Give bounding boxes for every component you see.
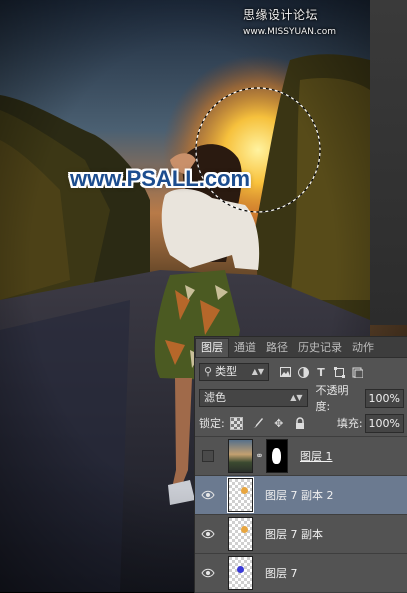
tab-channels[interactable]: 通道 bbox=[229, 339, 261, 357]
layer-name: 图层 7 副本 bbox=[265, 528, 323, 541]
lock-label: 锁定: bbox=[199, 417, 225, 430]
document-scroll-area[interactable] bbox=[370, 0, 407, 325]
site-logo-text: www.PSALL.com bbox=[70, 166, 251, 191]
lock-all-icon[interactable] bbox=[293, 416, 307, 430]
layer-row-selected[interactable]: 图层 7 副本 2 bbox=[195, 476, 407, 515]
fill-label: 填充: bbox=[336, 417, 363, 430]
blend-opacity-row: 滤色 ▲▼ 不透明度: 100% bbox=[195, 384, 407, 413]
thumbnail-dot bbox=[241, 487, 248, 494]
image-filter-icon[interactable] bbox=[279, 366, 291, 378]
thumbnail-dot bbox=[237, 566, 244, 573]
filter-kind-label: 类型 bbox=[215, 365, 238, 378]
thumbnail-dot bbox=[241, 526, 248, 533]
layer-thumbnail bbox=[228, 439, 253, 473]
blend-mode-value: 滤色 bbox=[204, 391, 226, 404]
lock-transparent-pixels-icon[interactable] bbox=[230, 416, 244, 430]
eye-icon bbox=[201, 529, 215, 539]
layer-mask-thumbnail[interactable] bbox=[266, 439, 288, 473]
lock-fill-row: 锁定: ✥ 填充: 100% bbox=[195, 410, 407, 437]
layer-thumbnail bbox=[228, 556, 253, 590]
tab-actions[interactable]: 动作 bbox=[347, 339, 379, 357]
blend-mode-select[interactable]: 滤色 ▲▼ bbox=[199, 389, 308, 407]
layer-thumbnail bbox=[227, 477, 254, 513]
watermark-site: www.MISSYUAN.com bbox=[243, 27, 337, 37]
lock-position-move-icon[interactable]: ✥ bbox=[272, 416, 286, 430]
opacity-input[interactable]: 100% bbox=[364, 388, 404, 408]
tab-paths[interactable]: 路径 bbox=[261, 339, 293, 357]
layers-panel: 图层 通道 路径 历史记录 动作 ⚲ 类型 ▲▼ T 滤色 ▲▼ 不透明度: 1… bbox=[194, 336, 407, 593]
layer-name: 图层 7 bbox=[265, 567, 298, 580]
visibility-toggle[interactable] bbox=[195, 568, 221, 578]
shape-filter-icon[interactable] bbox=[333, 366, 345, 378]
watermark: 思缘设计论坛 www.MISSYUAN.com bbox=[243, 6, 407, 37]
layer-thumbnail bbox=[228, 517, 253, 551]
tab-layers[interactable]: 图层 bbox=[195, 338, 229, 357]
chevron-updown-icon: ▲▼ bbox=[290, 393, 303, 402]
smart-object-filter-icon[interactable] bbox=[351, 366, 363, 378]
layer-name: 图层 7 副本 2 bbox=[265, 489, 334, 502]
layer-filter-row: ⚲ 类型 ▲▼ T bbox=[195, 358, 407, 386]
layer-row[interactable]: 图层 7 副本 bbox=[195, 515, 407, 554]
link-chain-icon[interactable]: ⚭ bbox=[255, 451, 264, 462]
fill-input[interactable]: 100% bbox=[364, 413, 404, 433]
watermark-main: 思缘设计论坛 bbox=[243, 8, 319, 22]
visibility-toggle[interactable] bbox=[195, 490, 221, 500]
search-icon: ⚲ bbox=[204, 365, 213, 378]
layer-row[interactable]: ⚭ 图层 1 bbox=[195, 437, 407, 476]
chevron-updown-icon: ▲▼ bbox=[251, 367, 264, 376]
adjustment-filter-icon[interactable] bbox=[297, 366, 309, 378]
layer-row[interactable]: 图层 7 bbox=[195, 554, 407, 593]
panel-tabs: 图层 通道 路径 历史记录 动作 bbox=[195, 337, 407, 358]
visibility-toggle[interactable] bbox=[195, 529, 221, 539]
eye-icon bbox=[201, 490, 215, 500]
visibility-off-box bbox=[202, 450, 214, 462]
opacity-label: 不透明度: bbox=[315, 384, 349, 413]
eye-icon bbox=[201, 568, 215, 578]
filter-kind-select[interactable]: ⚲ 类型 ▲▼ bbox=[199, 363, 269, 381]
layer-name: 图层 1 bbox=[300, 450, 333, 463]
lock-image-pixels-brush-icon[interactable] bbox=[251, 416, 265, 430]
visibility-toggle[interactable] bbox=[195, 450, 221, 462]
type-filter-icon[interactable]: T bbox=[315, 366, 327, 379]
tab-history[interactable]: 历史记录 bbox=[293, 339, 347, 357]
